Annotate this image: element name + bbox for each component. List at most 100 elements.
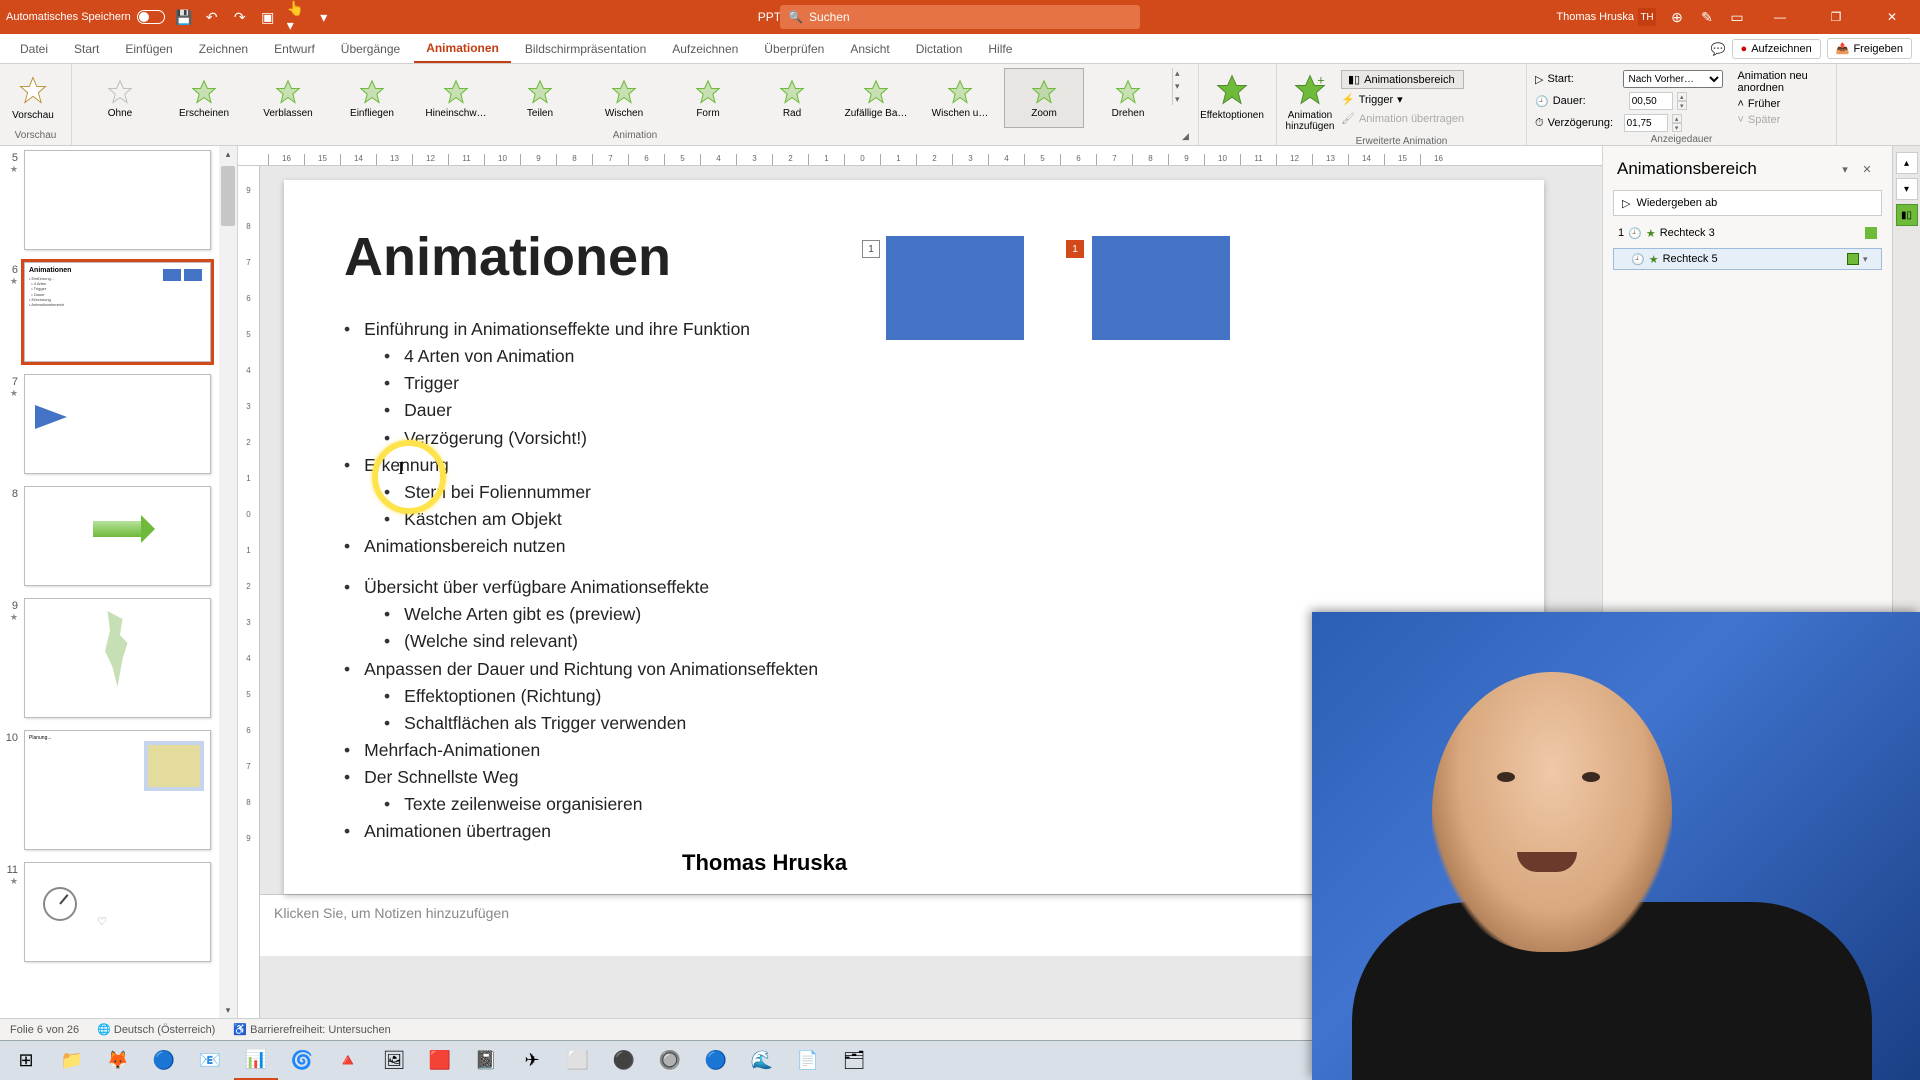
- thumbnail-list[interactable]: 5★ 6★Animationen• Einführung... • 4 Arten…: [0, 146, 219, 1018]
- accessibility-button[interactable]: ♿ Barrierefreiheit: Untersuchen: [233, 1023, 390, 1036]
- tab-einfuegen[interactable]: Einfügen: [113, 36, 184, 62]
- slide-thumbnail-9[interactable]: 9★: [4, 598, 211, 718]
- pane-close-icon[interactable]: ✕: [1856, 158, 1878, 180]
- sync-icon[interactable]: ⊕: [1668, 8, 1686, 26]
- app-icon[interactable]: 🔵: [694, 1042, 738, 1080]
- preview-button[interactable]: Vorschau: [8, 68, 58, 125]
- tab-entwurf[interactable]: Entwurf: [262, 36, 327, 62]
- duration-input[interactable]: [1629, 92, 1673, 110]
- delay-input[interactable]: [1624, 114, 1668, 132]
- scroll-thumb[interactable]: [221, 166, 235, 226]
- animation-rad[interactable]: Rad: [752, 68, 832, 128]
- timing-duration[interactable]: 🕘 Dauer: ▴▾: [1535, 90, 1723, 112]
- ribbon-mode-icon[interactable]: ▭: [1728, 8, 1746, 26]
- onenote-icon[interactable]: 📓: [464, 1042, 508, 1080]
- touch-icon[interactable]: 👆▾: [287, 8, 305, 26]
- app-icon[interactable]: ⬜: [556, 1042, 600, 1080]
- tab-bildschirm[interactable]: Bildschirmpräsentation: [513, 36, 658, 62]
- gallery-down-icon[interactable]: ▾: [1175, 81, 1190, 92]
- chrome-icon[interactable]: 🔵: [142, 1042, 186, 1080]
- record-button[interactable]: ●Aufzeichnen: [1732, 39, 1821, 59]
- qat-more-icon[interactable]: ▾: [315, 8, 333, 26]
- user-account[interactable]: Thomas Hruska TH: [1556, 8, 1656, 26]
- effect-options-button[interactable]: Effektoptionen: [1207, 68, 1257, 125]
- animation-tag-2[interactable]: 1: [1066, 240, 1084, 258]
- animation-tag-1[interactable]: 1: [862, 240, 880, 258]
- toggle-up-icon[interactable]: ▴: [1896, 152, 1918, 174]
- timing-start[interactable]: ▷ Start: Nach Vorher…: [1535, 68, 1723, 90]
- present-icon[interactable]: ▣: [259, 8, 277, 26]
- bullet[interactable]: 4 Arten von Animation: [384, 343, 1484, 370]
- telegram-icon[interactable]: ✈: [510, 1042, 554, 1080]
- save-icon[interactable]: 💾: [175, 8, 193, 26]
- shape-rechteck-5[interactable]: [1092, 236, 1230, 340]
- undo-icon[interactable]: ↶: [203, 8, 221, 26]
- app-icon[interactable]: 🗂: [832, 1042, 876, 1080]
- outlook-icon[interactable]: 📧: [188, 1042, 232, 1080]
- animation-einfliegen[interactable]: Einfliegen: [332, 68, 412, 128]
- gallery-more-icon[interactable]: ▾: [1175, 94, 1190, 105]
- close-button[interactable]: ✕: [1870, 2, 1914, 32]
- animation-dialog-launcher[interactable]: ◢: [1182, 131, 1194, 143]
- slide-counter[interactable]: Folie 6 von 26: [10, 1024, 79, 1036]
- scroll-down-icon[interactable]: ▾: [219, 1002, 237, 1018]
- bullet[interactable]: Übersicht über verfügbare Animationseffe…: [344, 574, 1484, 601]
- slide-thumbnail-8[interactable]: 8: [4, 486, 211, 586]
- animation-hineinschw[interactable]: Hineinschw…: [416, 68, 496, 128]
- slide-thumbnail-7[interactable]: 7★: [4, 374, 211, 474]
- tab-zeichnen[interactable]: Zeichnen: [187, 36, 260, 62]
- edge-icon[interactable]: 🌊: [740, 1042, 784, 1080]
- autosave-toggle[interactable]: Automatisches Speichern: [6, 10, 165, 24]
- coming-soon-icon[interactable]: ✎: [1698, 8, 1716, 26]
- tab-datei[interactable]: Datei: [8, 36, 60, 62]
- thumbnail-scrollbar[interactable]: ▴ ▾: [219, 146, 237, 1018]
- minimize-button[interactable]: —: [1758, 2, 1802, 32]
- comments-icon[interactable]: 💬: [1711, 42, 1726, 56]
- bullet[interactable]: Kästchen am Objekt: [384, 506, 1484, 533]
- move-later-button[interactable]: ˅ Später: [1737, 112, 1828, 128]
- notepad-icon[interactable]: 📄: [786, 1042, 830, 1080]
- slide-thumbnail-5[interactable]: 5★: [4, 150, 211, 250]
- toggle-down-icon[interactable]: ▾: [1896, 178, 1918, 200]
- move-earlier-button[interactable]: ˄ Früher: [1737, 96, 1828, 112]
- timing-delay[interactable]: ⏱ Verzögerung: ▴▾: [1535, 112, 1723, 134]
- slide-thumbnail-6[interactable]: 6★Animationen• Einführung... • 4 Arten •…: [4, 262, 211, 362]
- anim-seq-item-2[interactable]: 🕘 ★ Rechteck 5 ▾: [1613, 248, 1882, 270]
- powerpoint-icon[interactable]: 📊: [234, 1042, 278, 1080]
- anim-seq-item-1[interactable]: 1 🕘 ★ Rechteck 3: [1613, 222, 1882, 244]
- share-button[interactable]: 📤Freigeben: [1827, 38, 1912, 59]
- animation-wischenu[interactable]: Wischen u…: [920, 68, 1000, 128]
- shape-rechteck-3[interactable]: [886, 236, 1024, 340]
- bullet[interactable]: Dauer: [384, 397, 1484, 424]
- animation-zoom[interactable]: Zoom: [1004, 68, 1084, 128]
- app-icon[interactable]: 🖼: [372, 1042, 416, 1080]
- animation-teilen[interactable]: Teilen: [500, 68, 580, 128]
- search-input[interactable]: [809, 10, 1132, 24]
- vlc-icon[interactable]: 🔺: [326, 1042, 370, 1080]
- tab-ueberpruefen[interactable]: Überprüfen: [752, 36, 836, 62]
- bullet[interactable]: Erkennung: [344, 452, 1484, 479]
- animation-drehen[interactable]: Drehen: [1088, 68, 1168, 128]
- slide-author[interactable]: Thomas Hruska: [682, 850, 847, 876]
- tab-animationen[interactable]: Animationen: [414, 35, 511, 63]
- toggle-anim-pane-icon[interactable]: ▮▯: [1896, 204, 1918, 226]
- animation-pane-button[interactable]: ▮▯ Animationsbereich: [1341, 70, 1464, 89]
- bullet[interactable]: Verzögerung (Vorsicht!): [384, 425, 1484, 452]
- start-select[interactable]: Nach Vorher…: [1623, 70, 1723, 88]
- tab-dictation[interactable]: Dictation: [904, 36, 975, 62]
- firefox-icon[interactable]: 🦊: [96, 1042, 140, 1080]
- slide-thumbnail-10[interactable]: 10Planung...: [4, 730, 211, 850]
- tab-ansicht[interactable]: Ansicht: [838, 36, 901, 62]
- add-animation-button[interactable]: + Animation hinzufügen: [1285, 68, 1335, 136]
- trigger-button[interactable]: ⚡ Trigger▾: [1341, 91, 1464, 108]
- item-dropdown-icon[interactable]: ▾: [1863, 254, 1877, 265]
- bullet[interactable]: Stern bei Foliennummer: [384, 479, 1484, 506]
- tab-aufzeichnen[interactable]: Aufzeichnen: [660, 36, 750, 62]
- animation-zuflligeba[interactable]: Zufällige Ba…: [836, 68, 916, 128]
- obs-icon[interactable]: ⚫: [602, 1042, 646, 1080]
- animation-ohne[interactable]: Ohne: [80, 68, 160, 128]
- bullet[interactable]: Animationsbereich nutzen: [344, 533, 1484, 560]
- maximize-button[interactable]: ❐: [1814, 2, 1858, 32]
- search-box[interactable]: 🔍: [780, 5, 1140, 29]
- slide-thumbnail-11[interactable]: 11★♡: [4, 862, 211, 962]
